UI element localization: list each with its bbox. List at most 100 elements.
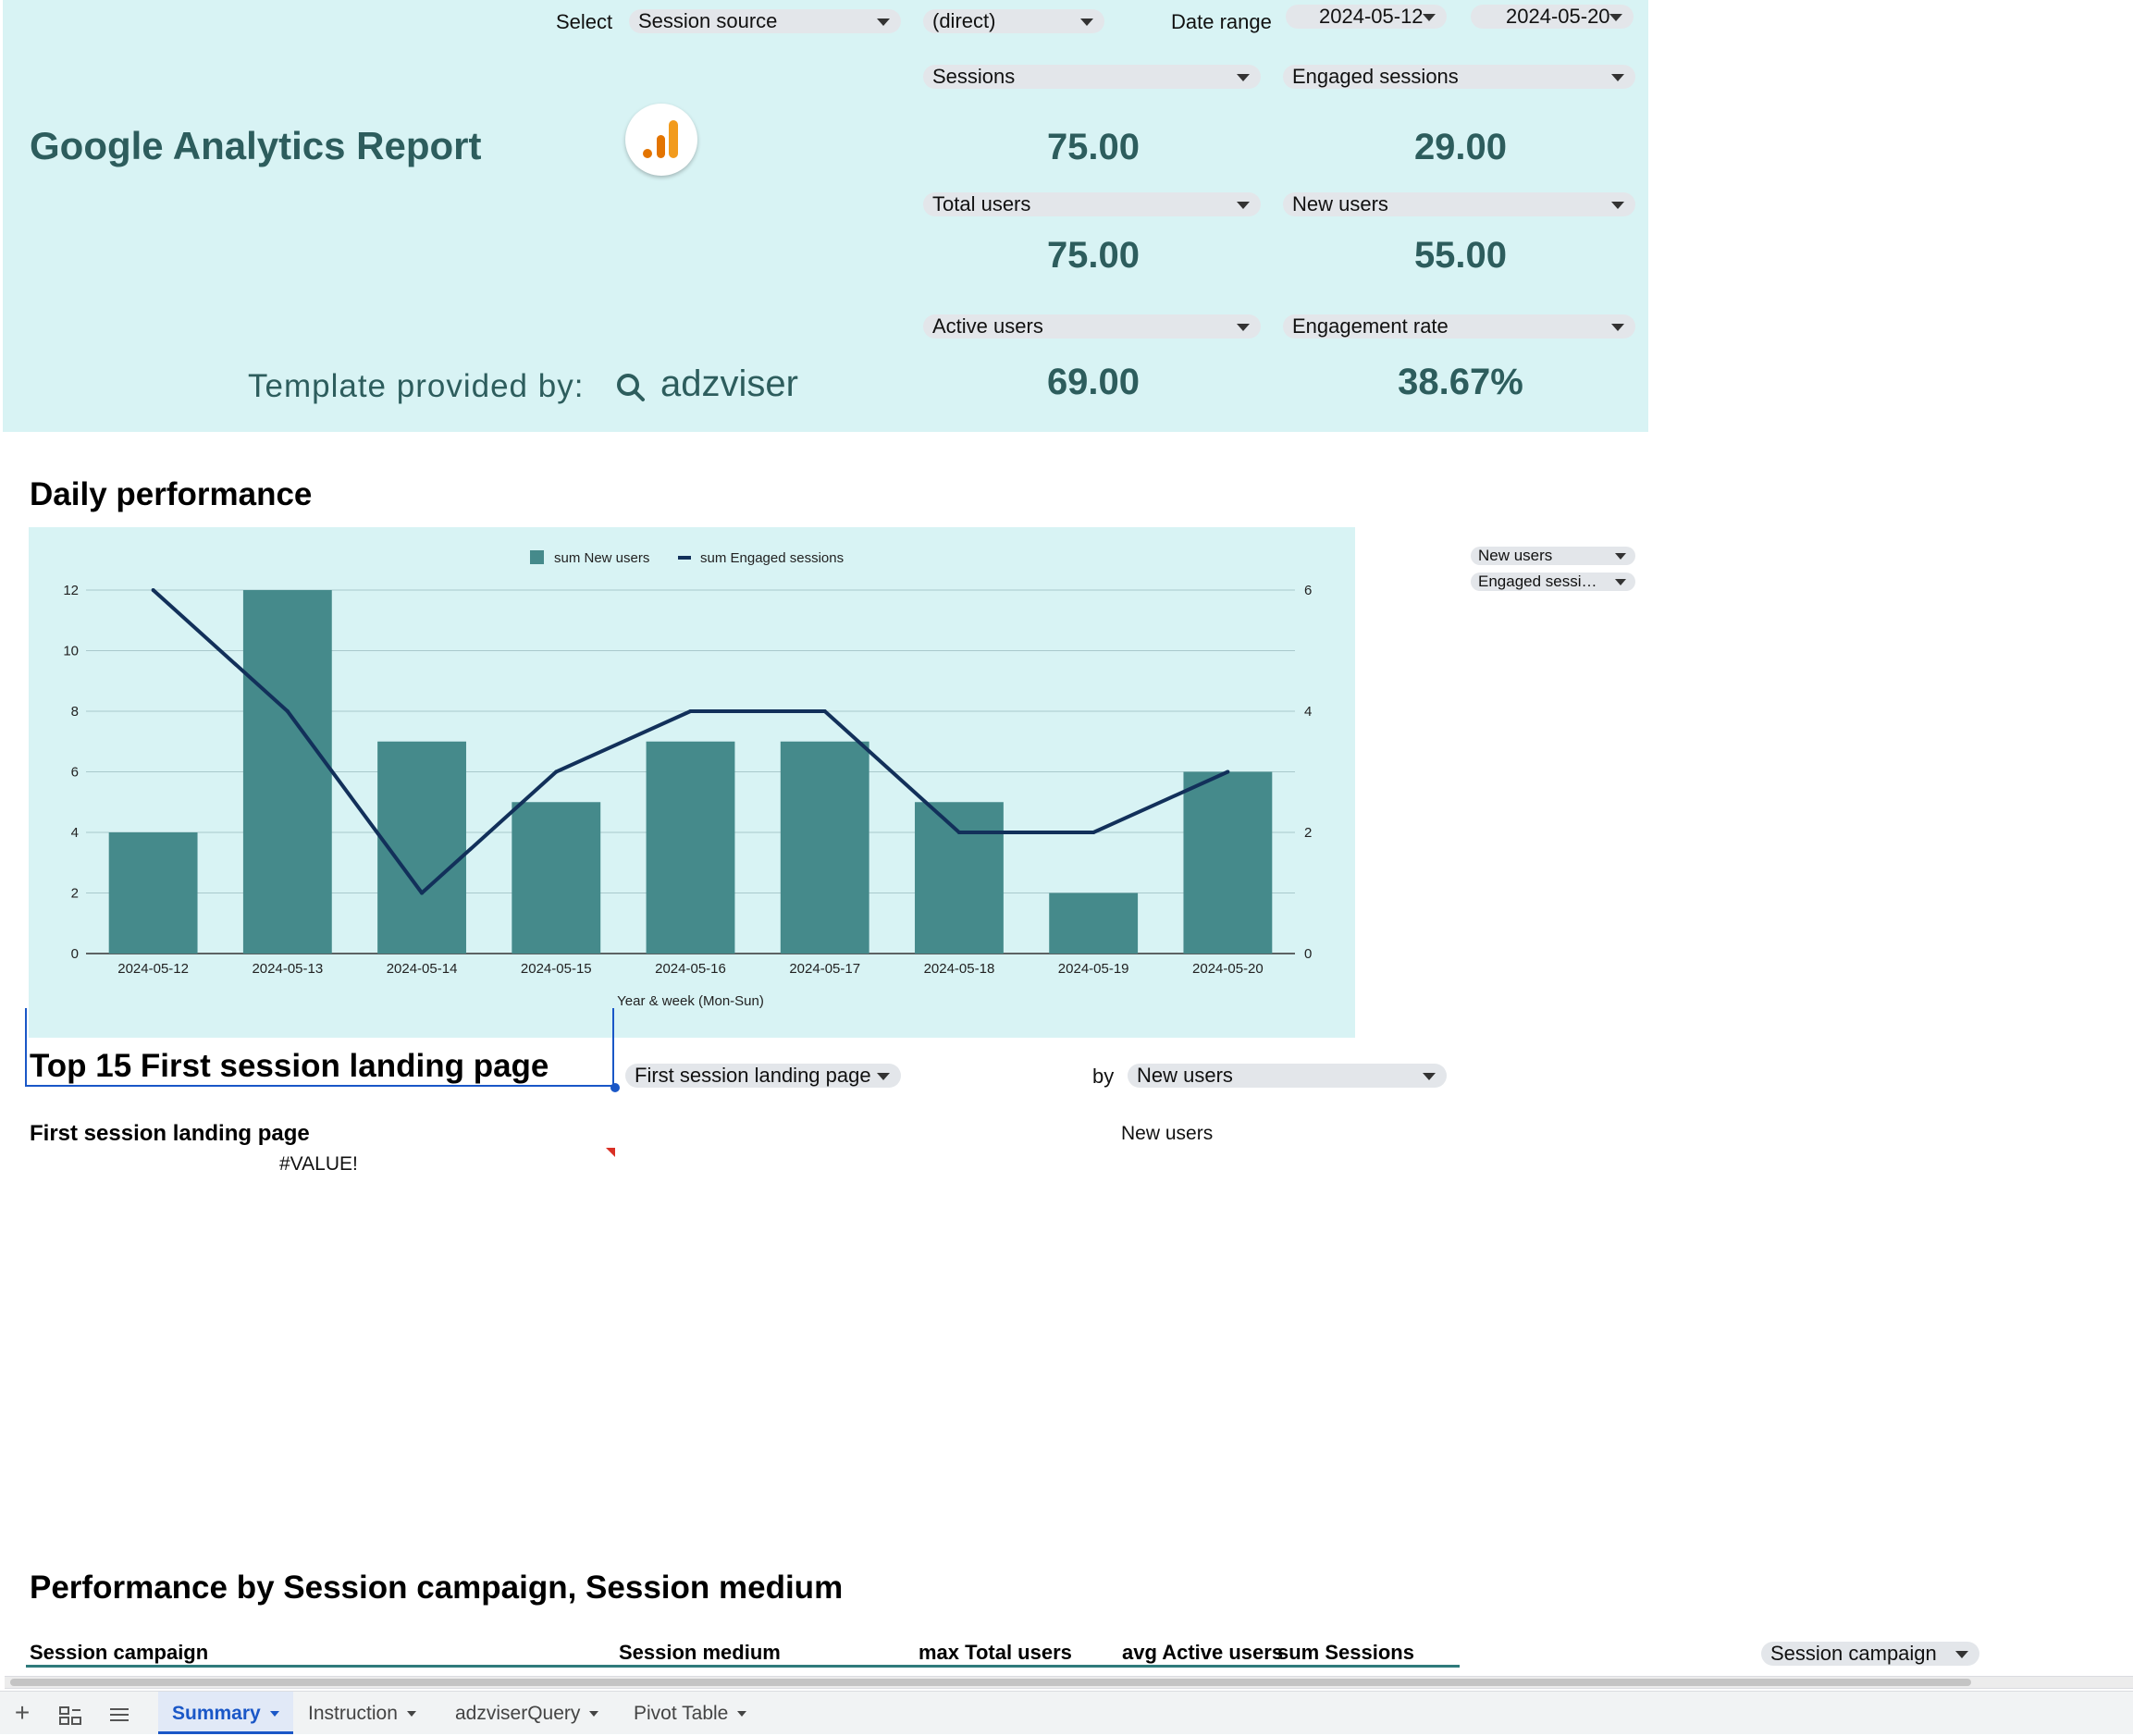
tab-pivot-table-label: Pivot Table	[634, 1703, 729, 1724]
metric-selector-3[interactable]: Total users	[923, 192, 1261, 216]
daily-performance-title: Daily performance	[30, 476, 313, 512]
scrollbar-thumb[interactable]	[10, 1679, 1971, 1686]
x-tick-label: 2024-05-14	[387, 961, 458, 977]
landing-title: Top 15 First session landing page	[30, 1048, 549, 1084]
chevron-down-icon	[1423, 1073, 1436, 1080]
chevron-down-icon	[1615, 579, 1626, 585]
chart-metric-selector-1[interactable]: New users	[1471, 547, 1635, 565]
bar-new-users[interactable]	[242, 590, 332, 954]
point-engaged-sessions[interactable]	[151, 588, 155, 592]
point-engaged-sessions[interactable]	[554, 770, 559, 774]
horizontal-scrollbar[interactable]	[5, 1676, 2133, 1689]
source-value-dropdown[interactable]: (direct)	[923, 9, 1104, 33]
page-title: Google Analytics Report	[30, 124, 482, 167]
date-start-value: 2024-05-12	[1319, 5, 1424, 28]
chart-metric-selector-2-label: Engaged sessi…	[1478, 573, 1597, 590]
by-label: by	[1092, 1065, 1115, 1088]
x-tick-label: 2024-05-19	[1058, 961, 1129, 977]
add-sheet-icon[interactable]: +	[12, 1700, 32, 1726]
y-left-tick-label: 2	[71, 886, 79, 902]
chevron-down-icon	[737, 1711, 747, 1718]
point-engaged-sessions[interactable]	[688, 709, 693, 713]
session-source-dropdown[interactable]: Session source	[629, 9, 901, 33]
error-cell[interactable]: #VALUE!	[279, 1153, 358, 1176]
sheet-list-icon[interactable]	[109, 1707, 129, 1722]
metric-selector-2[interactable]: Engaged sessions	[1283, 65, 1635, 89]
metric-value-2: 29.00	[1413, 127, 1508, 167]
chevron-down-icon	[1237, 202, 1250, 209]
point-engaged-sessions[interactable]	[956, 831, 961, 834]
chevron-down-icon	[406, 1711, 416, 1718]
chevron-down-icon	[1080, 18, 1093, 26]
chevron-down-icon	[589, 1711, 599, 1718]
landing-dimension-header: First session landing page	[30, 1121, 310, 1146]
tab-instruction[interactable]: Instruction	[308, 1692, 416, 1734]
x-tick-label: 2024-05-17	[789, 961, 860, 977]
chevron-down-icon	[877, 18, 890, 26]
bar-new-users[interactable]	[512, 802, 601, 954]
point-engaged-sessions[interactable]	[1226, 770, 1230, 774]
x-tick-label: 2024-05-13	[252, 961, 323, 977]
chevron-down-icon	[1609, 14, 1622, 21]
date-end-dropdown[interactable]: 2024-05-20	[1471, 5, 1634, 29]
landing-metric-dropdown[interactable]: New users	[1128, 1064, 1447, 1088]
tab-summary[interactable]: Summary	[158, 1692, 293, 1734]
bar-new-users[interactable]	[915, 802, 1004, 954]
point-engaged-sessions[interactable]	[822, 709, 827, 713]
active-users-col-header: avg Active users	[1122, 1641, 1284, 1664]
chevron-down-icon	[1615, 553, 1626, 560]
campaign-selector-dropdown[interactable]: Session campaign	[1761, 1642, 1979, 1666]
legend-label-new-users: sum New users	[554, 550, 649, 566]
chevron-down-icon	[877, 1073, 890, 1080]
tab-adzviserquery[interactable]: adzviserQuery	[455, 1692, 599, 1734]
point-engaged-sessions[interactable]	[1091, 831, 1096, 834]
legend-swatch-new-users	[530, 550, 544, 564]
date-end-value: 2024-05-20	[1506, 5, 1610, 28]
select-label: Select	[556, 10, 613, 33]
tab-instruction-label: Instruction	[308, 1703, 398, 1724]
bar-new-users[interactable]	[1049, 893, 1139, 954]
bar-new-users[interactable]	[108, 832, 198, 954]
selection-handle[interactable]	[610, 1083, 620, 1092]
error-indicator-icon	[606, 1148, 615, 1157]
y-right-tick-label: 6	[1304, 583, 1312, 598]
point-engaged-sessions[interactable]	[285, 709, 290, 713]
date-start-dropdown[interactable]: 2024-05-12	[1286, 5, 1447, 29]
bar-new-users[interactable]	[646, 741, 735, 954]
y-right-tick-label: 0	[1304, 946, 1312, 962]
adzviser-logo: adzviser	[660, 363, 798, 404]
combo-chart: 0 2 4 6 8 10 12 0 2 4 6 2024-05-12 2024-05-13 2024-05…	[63, 550, 1312, 1009]
table-header-underline	[26, 1665, 1460, 1668]
bar-new-users[interactable]	[1183, 771, 1273, 954]
metric-selector-6[interactable]: Engagement rate	[1283, 314, 1635, 339]
y-left-tick-label: 8	[71, 704, 79, 720]
daily-performance-chart[interactable]: 0 2 4 6 8 10 12 0 2 4 6 2024-05-12 2024-05-13 2024-05…	[29, 527, 1355, 1038]
landing-dimension-dropdown[interactable]: First session landing page	[625, 1064, 901, 1088]
metric-selector-1[interactable]: Sessions	[923, 65, 1261, 89]
metric-selector-5[interactable]: Active users	[923, 314, 1261, 339]
chevron-down-icon	[1611, 202, 1624, 209]
metric-selector-2-label: Engaged sessions	[1292, 65, 1459, 88]
search-icon	[617, 374, 645, 401]
chevron-down-icon	[1611, 74, 1624, 81]
all-sheets-icon[interactable]	[59, 1706, 81, 1725]
y-left-tick-label: 12	[63, 583, 79, 598]
total-users-col-header: max Total users	[919, 1641, 1072, 1664]
legend-label-engaged-sessions: sum Engaged sessions	[700, 550, 844, 566]
bar-new-users[interactable]	[780, 741, 869, 954]
y-left-tick-label: 4	[71, 825, 79, 841]
tab-pivot-table[interactable]: Pivot Table	[634, 1692, 747, 1734]
metric-selector-4[interactable]: New users	[1283, 192, 1635, 216]
campaign-title: Performance by Session campaign, Session…	[30, 1570, 844, 1606]
metric-value-1: 75.00	[1046, 127, 1140, 167]
y-left-tick-label: 0	[71, 946, 79, 962]
tab-summary-label: Summary	[172, 1703, 261, 1724]
metric-selector-3-label: Total users	[932, 192, 1031, 215]
metric-value-3: 75.00	[1046, 235, 1140, 276]
x-tick-label: 2024-05-12	[117, 961, 189, 977]
point-engaged-sessions[interactable]	[420, 891, 425, 895]
bar-new-users[interactable]	[377, 741, 466, 954]
chart-metric-selector-2[interactable]: Engaged sessi…	[1471, 573, 1635, 591]
campaign-selector-dropdown-label: Session campaign	[1770, 1642, 1937, 1665]
session-source-dropdown-label: Session source	[638, 9, 778, 32]
